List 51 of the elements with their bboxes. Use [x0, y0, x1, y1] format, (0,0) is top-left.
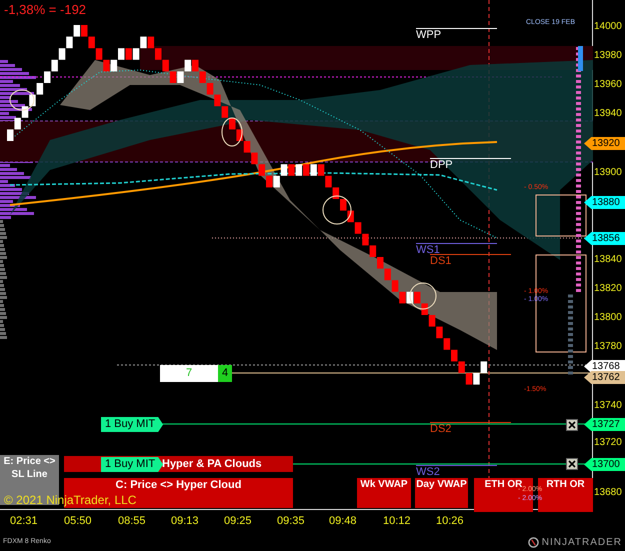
pivot-level-label: DS1: [430, 254, 511, 267]
time-tick-label: 09:35: [277, 516, 305, 527]
pivot-level-label: DS2: [430, 422, 511, 435]
pivot-level-label: WS1: [416, 243, 497, 256]
signal-panel: Day VWAP: [415, 478, 468, 508]
order-flag[interactable]: 1 Buy MIT: [101, 457, 164, 472]
price-marker: 13727: [584, 418, 625, 431]
time-tick-label: 02:31: [10, 516, 38, 527]
logo-icon: [528, 537, 539, 548]
price-tick-label: 13820: [594, 284, 622, 294]
volume-indicator: [578, 46, 583, 71]
time-tick-label: 09:13: [171, 516, 199, 527]
price-marker: 13762: [584, 371, 625, 384]
time-tick-label: 10:26: [436, 516, 464, 527]
close-order-button[interactable]: [566, 419, 578, 431]
range-box: [536, 194, 586, 236]
price-tick-label: 13940: [594, 109, 622, 120]
price-marker: 13700: [584, 458, 625, 471]
price-tick-label: 13980: [594, 51, 622, 62]
pivot-level-label: DPP: [430, 158, 511, 171]
price-tick-label: 13740: [594, 400, 622, 411]
pivot-level-label: WPP: [416, 28, 497, 41]
position-count: 4: [218, 365, 232, 382]
highlight-circle: [410, 282, 436, 310]
order-flag[interactable]: 1 Buy MIT: [101, 417, 164, 432]
price-marker: 13920: [584, 137, 625, 150]
signal-panel: Wk VWAP: [357, 478, 411, 508]
close-order-button[interactable]: [566, 458, 578, 470]
price-tick-label: 13680: [594, 488, 622, 498]
price-tick-label: 13800: [594, 313, 622, 324]
price-tick-label: 13960: [594, 80, 622, 90]
price-tick-label: 13900: [594, 168, 622, 178]
profit-loss-label: -1,38% = -192: [4, 1, 86, 19]
highlight-circle: [322, 196, 352, 224]
price-tick-label: 13720: [594, 438, 622, 448]
price-marker: 13880: [584, 196, 625, 209]
price-tick-label: 14000: [594, 22, 622, 32]
time-tick-label: 05:50: [64, 516, 92, 527]
time-tick-label: 09:25: [224, 516, 252, 527]
position-quantity: 7: [160, 365, 218, 382]
close-icon: [568, 421, 576, 429]
highlight-circle: [10, 90, 34, 110]
time-tick-label: 10:12: [383, 516, 411, 527]
highlight-circle: [222, 118, 242, 146]
close-icon: [568, 460, 576, 468]
time-tick-label: 08:55: [118, 516, 146, 527]
price-tick-label: 13780: [594, 342, 622, 352]
logo-wordmark: NINJATRADER: [542, 536, 622, 550]
price-tick-label: 13840: [594, 254, 622, 265]
time-tick-label: 09:48: [329, 516, 357, 527]
price-marker: 13856: [584, 232, 625, 245]
